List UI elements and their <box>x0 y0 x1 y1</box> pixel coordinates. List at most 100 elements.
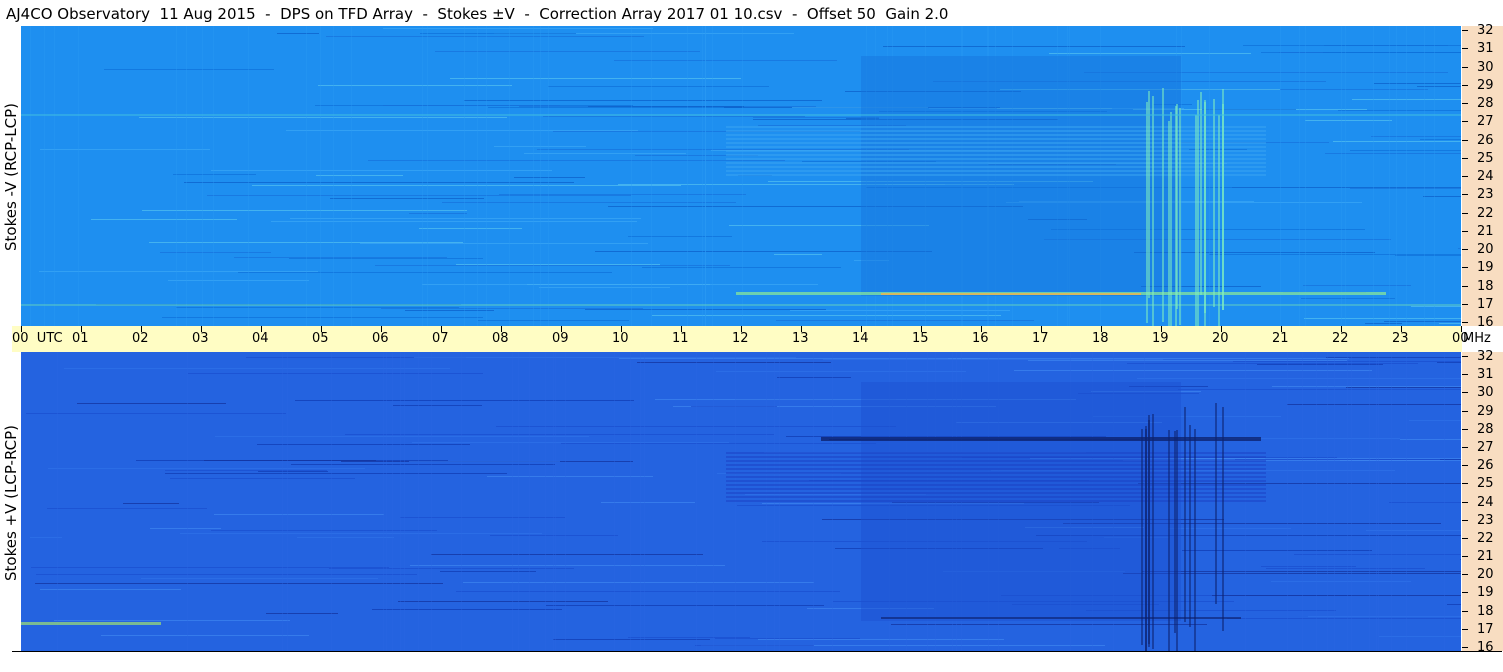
burst-line <box>1189 425 1191 627</box>
burst-line <box>1162 88 1164 322</box>
noise-streak <box>1411 306 1461 307</box>
noise-streak <box>142 210 467 211</box>
noise-streak <box>1232 187 1461 188</box>
emission-band <box>881 293 1141 295</box>
freq-tick <box>1462 67 1468 68</box>
noise-streak <box>393 405 482 406</box>
noise-streak <box>1395 255 1461 256</box>
noise-stripe <box>1351 352 1352 651</box>
noise-streak <box>695 645 814 646</box>
noise-streak <box>188 373 483 374</box>
freq-tick-label: 30 <box>1477 385 1494 400</box>
noise-stripe <box>1341 26 1342 326</box>
noise-stripe <box>30 26 31 326</box>
noise-streak <box>414 357 796 358</box>
burst-line <box>1146 102 1148 323</box>
time-tick-label: 16 <box>972 331 989 346</box>
freq-tick <box>1462 286 1468 287</box>
noise-streak <box>537 149 909 150</box>
freq-scale-top: 32 31 30 29 28 27 26 25 24 23 22 21 20 19 18 17 16 <box>1462 23 1503 329</box>
noise-streak <box>345 434 774 435</box>
noise-streak <box>48 468 365 469</box>
freq-tick <box>1462 140 1468 141</box>
freq-tick-label: 22 <box>1477 531 1494 546</box>
noise-streak <box>173 174 256 175</box>
noise-streak <box>628 236 732 237</box>
freq-tick-label: 17 <box>1477 297 1494 312</box>
noise-streak <box>464 100 822 101</box>
noise-streak <box>1209 254 1461 255</box>
noise-streak <box>691 406 777 407</box>
freq-tick-label: 32 <box>1477 349 1494 364</box>
time-tick-label: 14 <box>852 331 869 346</box>
noise-stripe <box>386 352 387 651</box>
freq-tick <box>1462 520 1468 521</box>
noise-streak <box>1028 360 1347 361</box>
noise-stripe <box>651 26 652 326</box>
noise-streak <box>419 228 522 229</box>
noise-streak <box>123 503 179 504</box>
noise-streak <box>398 601 608 602</box>
burst-line <box>1200 92 1202 295</box>
burst-line <box>1170 112 1172 326</box>
band-line <box>726 174 1266 176</box>
noise-stripe <box>287 352 288 651</box>
freq-tick <box>1462 647 1468 648</box>
noise-stripe <box>1316 352 1317 651</box>
freq-tick-label: 29 <box>1477 78 1494 93</box>
freq-tick-label: 21 <box>1477 549 1494 564</box>
freq-tick-label: 32 <box>1477 23 1494 38</box>
noise-streak <box>77 403 226 404</box>
freq-tick-label: 18 <box>1477 279 1494 294</box>
burst-line <box>1168 121 1170 326</box>
noise-streak <box>1202 109 1296 110</box>
freq-tick <box>1462 304 1468 305</box>
noise-streak <box>1409 420 1461 421</box>
noise-streak <box>1458 248 1461 249</box>
noise-stripe <box>1376 352 1377 651</box>
noise-streak <box>318 85 512 86</box>
noise-stripe <box>392 352 393 651</box>
noise-streak <box>1305 120 1392 121</box>
noise-stripe <box>1406 352 1407 651</box>
noise-stripe <box>712 26 713 326</box>
noise-streak <box>36 574 417 575</box>
freq-tick <box>1462 158 1468 159</box>
noise-stripe <box>78 26 79 326</box>
noise-streak <box>400 517 565 518</box>
noise-stripe <box>427 26 428 326</box>
noise-stripe <box>351 26 352 326</box>
noise-stripe <box>54 26 55 326</box>
noise-stripe <box>187 352 188 651</box>
noise-stripe <box>44 26 45 326</box>
freq-tick-label: 24 <box>1477 169 1494 184</box>
noise-streak <box>637 362 831 363</box>
burst-line <box>1195 115 1197 326</box>
freq-tick <box>1462 556 1468 557</box>
freq-tick <box>1462 267 1468 268</box>
freq-tick-label: 18 <box>1477 604 1494 619</box>
emission-band <box>21 304 1461 306</box>
noise-stripe <box>383 352 384 651</box>
noise-stripe <box>548 26 549 326</box>
band-line <box>726 166 1266 168</box>
noise-streak <box>26 413 286 414</box>
noise-streak <box>463 582 814 583</box>
burst-line <box>1184 407 1186 622</box>
noise-stripe <box>565 352 566 651</box>
freq-tick <box>1462 48 1468 49</box>
noise-streak <box>238 272 612 273</box>
noise-streak <box>514 177 585 178</box>
noise-streak <box>1460 559 1461 560</box>
noise-streak <box>405 310 494 311</box>
noise-streak <box>1014 370 1372 371</box>
noise-streak <box>619 358 980 359</box>
noise-streak <box>790 310 1010 311</box>
band-line <box>726 162 1266 164</box>
noise-streak <box>431 554 703 555</box>
noise-streak <box>774 254 822 255</box>
noise-streak <box>375 265 730 266</box>
noise-streak <box>548 86 769 87</box>
noise-streak <box>184 182 574 183</box>
noise-stripe <box>464 26 465 326</box>
